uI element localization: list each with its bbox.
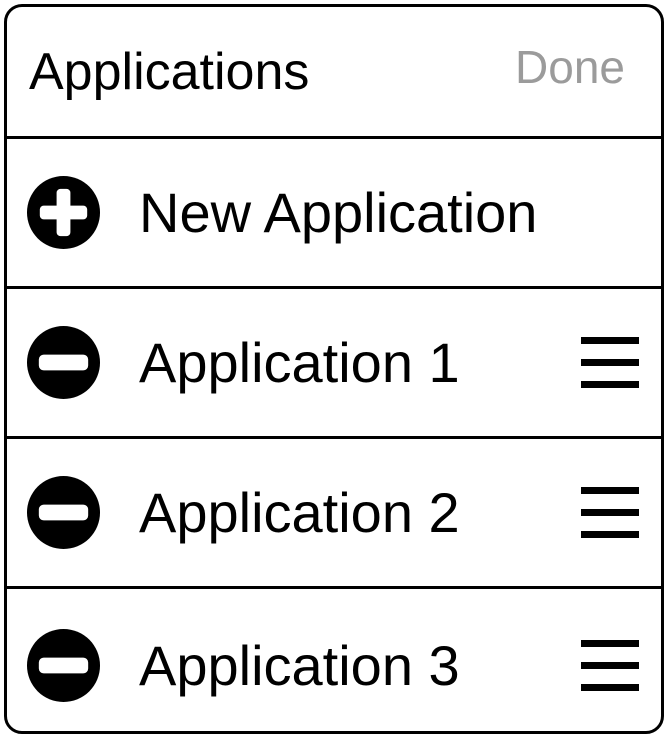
applications-panel: Applications Done New Application Applic…	[4, 4, 664, 734]
new-application-row[interactable]: New Application	[7, 139, 661, 289]
remove-circle-icon[interactable]	[26, 475, 101, 550]
page-title: Applications	[29, 43, 310, 101]
add-circle-icon[interactable]	[26, 175, 101, 250]
remove-circle-icon[interactable]	[26, 325, 101, 400]
new-application-label: New Application	[139, 180, 538, 244]
remove-circle-icon[interactable]	[26, 628, 101, 703]
application-row-3: Application 3	[7, 591, 661, 731]
drag-handle-icon[interactable]	[581, 638, 639, 694]
panel-header: Applications Done	[7, 7, 661, 139]
drag-handle-icon[interactable]	[581, 485, 639, 541]
application-label: Application 2	[139, 480, 460, 544]
application-row-2: Application 2	[7, 439, 661, 589]
drag-handle-icon[interactable]	[581, 335, 639, 391]
done-button[interactable]: Done	[515, 37, 625, 97]
application-label: Application 3	[139, 634, 460, 697]
application-label: Application 1	[139, 330, 460, 394]
application-row-1: Application 1	[7, 289, 661, 439]
